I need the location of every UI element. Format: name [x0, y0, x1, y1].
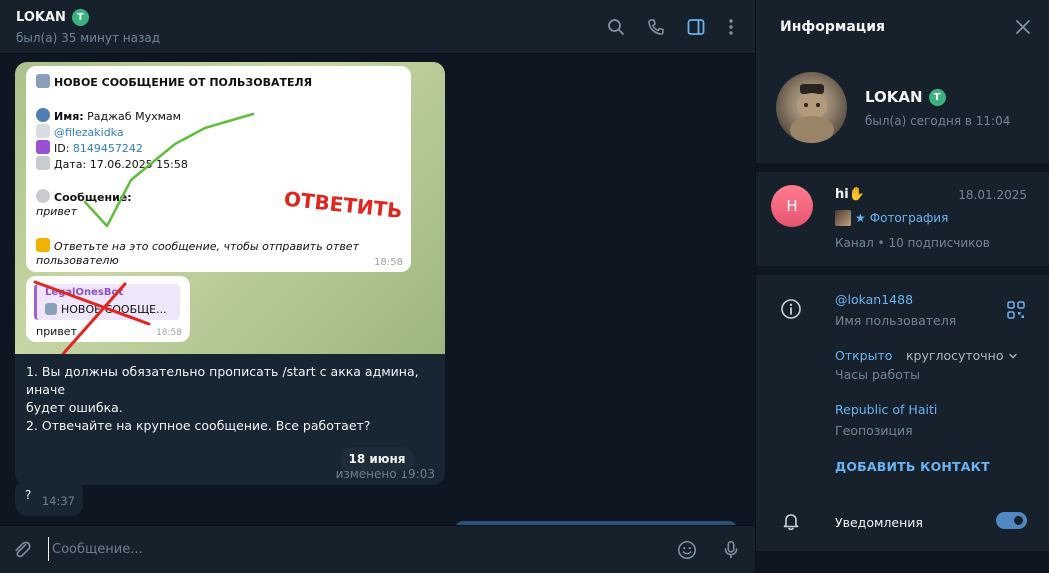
card-time: 18:58 — [374, 257, 403, 268]
info-panel: Информация LOKAN T был(а) сегодня в 11:0… — [755, 0, 1049, 573]
username-label: Имя пользователя — [835, 313, 957, 328]
date-separator: 18 июня — [340, 447, 414, 471]
chat-title-text: LOKAN — [16, 10, 66, 25]
channel-date: 18.01.2025 — [958, 188, 1027, 202]
qr-code-icon[interactable] — [1006, 300, 1028, 322]
message-bubble[interactable]: ? 14:37 — [15, 480, 83, 516]
sidebar-toggle-icon[interactable] — [686, 17, 706, 37]
premium-badge-icon: T — [928, 88, 946, 106]
bell-icon — [780, 510, 802, 532]
search-icon[interactable] — [606, 17, 626, 37]
divider — [756, 551, 1049, 573]
channel-subtitle: Канал • 10 подписчиков — [835, 236, 990, 250]
channel-avatar: H — [771, 185, 813, 227]
more-menu-icon[interactable] — [721, 17, 741, 37]
message-list[interactable]: НОВОЕ СООБЩЕНИЕ ОТ ПОЛЬЗОВАТЕЛЯ Имя: Рад… — [0, 55, 755, 529]
message-composer — [0, 525, 755, 573]
message-text: 1. Вы должны обязательно прописать /star… — [26, 363, 438, 435]
message-input[interactable] — [48, 537, 648, 561]
notifications-toggle[interactable] — [996, 512, 1027, 529]
reply-quote: LegalOnesBot НОВОЕ СООБЩЕ... — [34, 284, 180, 320]
close-icon[interactable] — [1014, 18, 1032, 36]
card-warning-line2: пользователю — [36, 254, 119, 267]
card-date-line: Дата: 17.06.2025 15:58 — [36, 156, 188, 171]
premium-badge-icon: T — [71, 9, 89, 26]
chat-panel: LOKAN T был(а) 35 минут назад НОВОЕ СООБ… — [0, 0, 755, 573]
toggle-knob — [1012, 514, 1025, 527]
chat-status: был(а) 35 минут назад — [16, 31, 160, 45]
link-icon — [36, 124, 50, 138]
info-title: Информация — [780, 19, 885, 35]
message-bubble[interactable]: НОВОЕ СООБЩЕНИЕ ОТ ПОЛЬЗОВАТЕЛЯ Имя: Рад… — [15, 62, 445, 485]
username-value[interactable]: @lokan1488 — [835, 292, 913, 307]
message-line-3: 2. Отвечайте на крупное сообщение. Все р… — [26, 418, 371, 433]
envelope-icon — [45, 303, 57, 315]
photo-thumbnail — [835, 210, 851, 226]
add-contact-button[interactable]: ДОБАВИТЬ КОНТАКТ — [835, 459, 990, 474]
card-message-value: привет — [36, 205, 77, 218]
business-hours-status: Открыто — [835, 348, 893, 363]
business-hours-value: круглосуточно — [906, 348, 1004, 363]
telegram-window: LOKAN T был(а) 35 минут назад НОВОЕ СООБ… — [0, 0, 1049, 573]
channel-preview: Фотография — [869, 211, 949, 225]
profile-status: был(а) сегодня в 11:04 — [865, 114, 1011, 128]
reply-body: привет — [36, 325, 77, 338]
bot-message-card: НОВОЕ СООБЩЕНИЕ ОТ ПОЛЬЗОВАТЕЛЯ Имя: Рад… — [26, 66, 411, 272]
card-username-line: @filezakidka — [36, 124, 124, 139]
divider — [756, 266, 1049, 275]
notifications-label: Уведомления — [835, 515, 923, 530]
emoji-icon[interactable] — [675, 538, 699, 562]
chevron-down-icon — [1008, 353, 1017, 358]
chat-header[interactable]: LOKAN T был(а) 35 минут назад — [0, 0, 755, 54]
microphone-icon[interactable] — [719, 538, 743, 562]
phone-icon[interactable] — [646, 17, 666, 37]
screenshot-photo[interactable]: НОВОЕ СООБЩЕНИЕ ОТ ПОЛЬЗОВАТЕЛЯ Имя: Рад… — [15, 62, 445, 354]
message-time: 14:37 — [41, 494, 75, 508]
business-hours-label: Часы работы — [835, 367, 921, 382]
card-warning-line1: Ответьте на это сообщение, чтобы отправи… — [36, 238, 359, 253]
user-icon — [36, 108, 50, 122]
warning-icon — [36, 238, 50, 252]
card-id-line: ID: 8149457242 — [36, 140, 143, 155]
star-icon: ★ — [855, 211, 866, 225]
info-icon — [780, 298, 802, 320]
attach-icon[interactable] — [10, 538, 34, 562]
card-name-line: Имя: Раджаб Мухмам — [36, 108, 181, 123]
profile-name: LOKAN T — [865, 88, 946, 106]
card-message-label: Сообщение: — [36, 189, 132, 204]
reply-time: 18:58 — [156, 328, 182, 338]
speech-bubble-icon — [36, 189, 50, 203]
channel-name: hi✋ — [835, 187, 865, 202]
location-value[interactable]: Republic of Haiti — [835, 402, 937, 417]
message-line-1: 1. Вы должны обязательно прописать /star… — [26, 364, 419, 397]
business-hours-dropdown[interactable]: круглосуточно — [906, 348, 1018, 363]
reply-sender: LegalOnesBot — [45, 287, 124, 298]
location-label: Геопозиция — [835, 423, 913, 438]
divider — [756, 163, 1049, 172]
calendar-icon — [36, 156, 50, 170]
chat-title[interactable]: LOKAN T — [16, 9, 89, 26]
reply-quote-text: НОВОЕ СООБЩЕ... — [45, 303, 167, 316]
info-header: Информация — [756, 0, 1049, 55]
id-icon — [36, 140, 50, 154]
reply-message-card: LegalOnesBot НОВОЕ СООБЩЕ... привет 18:5… — [26, 276, 190, 342]
envelope-icon — [36, 74, 50, 88]
message-text: ? — [25, 488, 32, 502]
avatar[interactable] — [776, 72, 847, 143]
card-heading: НОВОЕ СООБЩЕНИЕ ОТ ПОЛЬЗОВАТЕЛЯ — [36, 74, 312, 89]
message-line-2: будет ошибка. — [26, 400, 123, 415]
channel-last-message: ★ Фотография — [835, 210, 948, 226]
profile-name-text: LOKAN — [865, 88, 923, 106]
